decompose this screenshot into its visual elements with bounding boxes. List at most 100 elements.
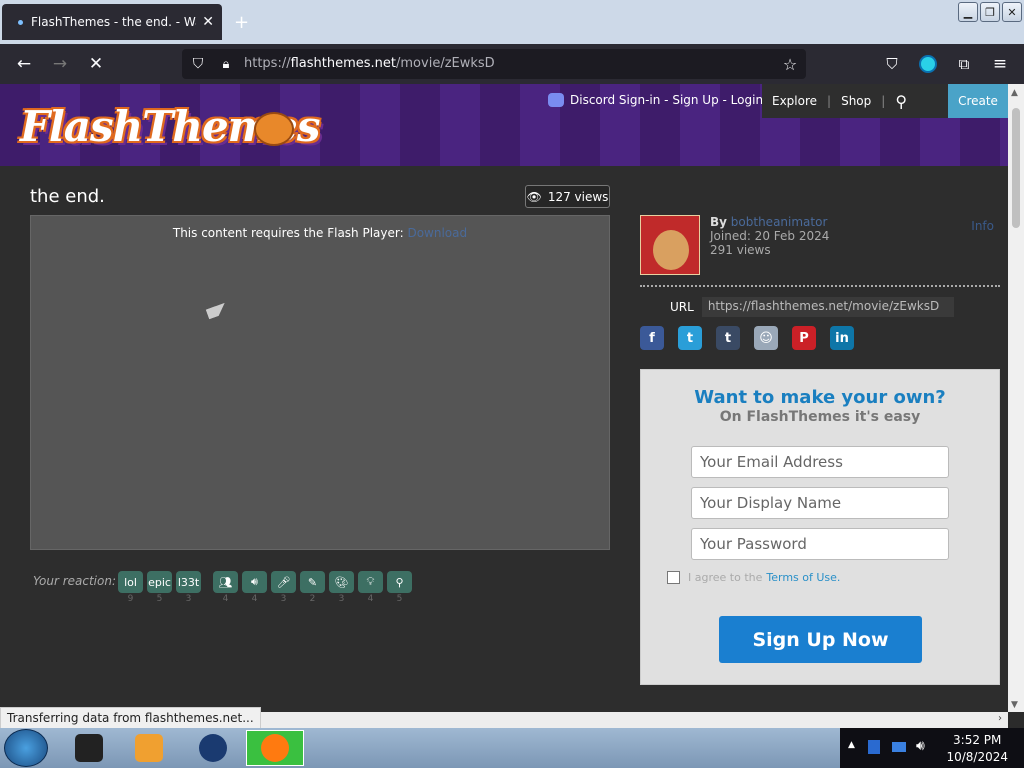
reaction-stamp[interactable]: ⚲ 5 — [387, 571, 412, 604]
nav-separator: | — [827, 94, 832, 108]
people-icon: 👥︎ — [213, 571, 238, 593]
tray-expand-icon[interactable]: ▲ — [848, 740, 855, 750]
social-share-bar: f t t ☺ P in — [640, 326, 854, 350]
email-field[interactable]: Your Email Address — [691, 446, 949, 478]
discord-icon — [548, 93, 564, 107]
signup-heading: Want to make your own? — [694, 387, 946, 408]
close-tab-icon[interactable]: ✕ — [202, 14, 214, 30]
signin-text[interactable]: Discord Sign-in - Sign Up - Login — [570, 93, 763, 107]
password-field[interactable]: Your Password — [691, 528, 949, 560]
system-tray: ▲ 🔊︎ 3:52 PM 10/8/2024 — [840, 728, 1024, 768]
reaction-lol[interactable]: lol 9 — [118, 571, 143, 604]
taskbar-app-terminal[interactable] — [60, 730, 118, 766]
linkedin-icon[interactable]: in — [830, 326, 854, 350]
reaction-brush[interactable]: ✎ 2 — [300, 571, 325, 604]
url-label: URL — [670, 300, 694, 314]
clock[interactable]: 3:52 PM 10/8/2024 — [946, 732, 1008, 766]
menu-icon[interactable]: ≡ — [988, 52, 1012, 76]
site-header: FlashThemes Discord Sign-in - Sign Up - … — [0, 84, 1008, 166]
avatar[interactable] — [640, 215, 700, 275]
browser-toolbar: ← → ✕ ⛉ 🔒︎ https://flashthemes.net/movie… — [0, 44, 1024, 84]
lightbulb-icon: 💡︎ — [358, 571, 383, 593]
reaction-speaker[interactable]: 🔊︎ 4 — [242, 571, 267, 604]
main-content: the end. 👁︎ 127 views This content requi… — [0, 166, 1008, 712]
back-icon[interactable]: ← — [12, 52, 36, 76]
taskbar: ▲ 🔊︎ 3:52 PM 10/8/2024 — [0, 728, 1024, 768]
tumblr-icon[interactable]: t — [716, 326, 740, 350]
site-nav: Explore | Shop | ⚲ — [762, 84, 948, 118]
reaction-label: Your reaction: — [33, 574, 117, 588]
scroll-down-icon[interactable]: ▼ — [1011, 700, 1018, 710]
maximize-icon[interactable]: ❐ — [980, 2, 1000, 22]
tray-icon[interactable] — [868, 740, 880, 754]
divider — [640, 285, 1000, 287]
loading-icon — [18, 19, 23, 25]
signin-links[interactable]: Discord Sign-in - Sign Up - Login — [548, 88, 763, 112]
facebook-icon[interactable]: f — [640, 326, 664, 350]
microphone-icon: 🎤︎ — [271, 571, 296, 593]
search-icon[interactable]: ⚲ — [895, 92, 907, 111]
account-icon[interactable] — [916, 52, 940, 76]
scroll-thumb[interactable] — [1012, 108, 1020, 228]
terms-checkbox[interactable] — [667, 571, 680, 584]
twitter-icon[interactable]: t — [678, 326, 702, 350]
lock-icon[interactable]: 🔒︎ — [214, 52, 238, 76]
vertical-scrollbar[interactable]: ▲ ▼ — [1008, 84, 1024, 712]
create-button[interactable]: Create — [948, 84, 1008, 118]
display-name-field[interactable]: Your Display Name — [691, 487, 949, 519]
scroll-right-icon[interactable]: › — [998, 713, 1002, 724]
tab-title: FlashThemes - the end. - Watch — [31, 15, 196, 29]
views-count: 127 views — [547, 189, 609, 204]
forward-icon[interactable]: → — [48, 52, 72, 76]
reaction-l33t[interactable]: l33t 3 — [176, 571, 201, 604]
reaction-lightbulb[interactable]: 💡︎ 4 — [358, 571, 383, 604]
pinterest-icon[interactable]: P — [792, 326, 816, 350]
palette-icon: 🎨︎ — [329, 571, 354, 593]
start-button[interactable] — [4, 729, 48, 767]
author-info: By bobtheanimator Joined: 20 Feb 2024 29… — [710, 215, 830, 257]
reddit-icon[interactable]: ☺ — [754, 326, 778, 350]
pocket-icon[interactable]: ⛉ — [880, 52, 904, 76]
new-tab-icon[interactable]: + — [234, 12, 249, 33]
nav-shop[interactable]: Shop — [841, 94, 871, 108]
address-bar[interactable]: ⛉ 🔒︎ https://flashthemes.net/movie/zEwks… — [182, 49, 806, 79]
browser-tab-active[interactable]: FlashThemes - the end. - Watch ✕ — [2, 4, 222, 40]
flash-required-message: This content requires the Flash Player: … — [172, 226, 468, 240]
taskbar-app-firefox[interactable] — [246, 730, 304, 766]
reaction-microphone[interactable]: 🎤︎ 3 — [271, 571, 296, 604]
reaction-epic[interactable]: epic 5 — [147, 571, 172, 604]
share-url-field[interactable]: https://flashthemes.net/movie/zEwksD — [701, 297, 954, 317]
author-joined: Joined: 20 Feb 2024 — [710, 229, 830, 243]
taskbar-app-media[interactable] — [120, 730, 178, 766]
close-window-icon[interactable]: ✕ — [1002, 2, 1022, 22]
movie-player[interactable]: This content requires the Flash Player: … — [30, 215, 610, 550]
info-link[interactable]: Info — [971, 219, 994, 233]
shield-icon[interactable]: ⛉ — [186, 52, 210, 76]
share-url-row: URL https://flashthemes.net/movie/zEwksD — [670, 297, 954, 317]
taskbar-app-globe[interactable] — [184, 730, 242, 766]
views-badge: 👁︎ 127 views — [525, 185, 610, 208]
movie-title: the end. — [30, 186, 105, 207]
reaction-people[interactable]: 👥︎ 4 — [213, 571, 238, 604]
scroll-up-icon[interactable]: ▲ — [1011, 88, 1018, 98]
speaker-icon: 🔊︎ — [242, 571, 267, 593]
bookmark-star-icon[interactable]: ☆ — [778, 52, 802, 76]
network-icon[interactable] — [892, 742, 906, 752]
nav-separator: | — [881, 94, 886, 108]
terms-link[interactable]: Terms of Use. — [766, 571, 840, 584]
author-name[interactable]: bobtheanimator — [731, 215, 828, 229]
reaction-palette[interactable]: 🎨︎ 3 — [329, 571, 354, 604]
pumpkin-icon — [254, 112, 294, 146]
volume-icon[interactable]: 🔊︎ — [916, 738, 925, 754]
minimize-icon[interactable]: ▁ — [958, 2, 978, 22]
nav-explore[interactable]: Explore — [772, 94, 817, 108]
flash-download-link[interactable]: Download — [407, 226, 467, 240]
author-views: 291 views — [710, 243, 771, 257]
signup-subheading: On FlashThemes it's easy — [719, 409, 921, 425]
reaction-bar: lol 9 epic 5 l33t 3 👥︎ 4 🔊︎ 4 🎤︎ 3 ✎ 2 🎨︎ 3 💡︎ 4 … — [118, 571, 412, 604]
extensions-icon[interactable]: ⧉ — [952, 52, 976, 76]
signup-button[interactable]: Sign Up Now — [719, 616, 922, 663]
stop-loading-icon[interactable]: ✕ — [84, 52, 108, 76]
window-controls: ▁ ❐ ✕ — [958, 2, 1022, 22]
browser-tab-bar: FlashThemes - the end. - Watch ✕ + ▁ ❐ ✕ — [0, 0, 1024, 44]
